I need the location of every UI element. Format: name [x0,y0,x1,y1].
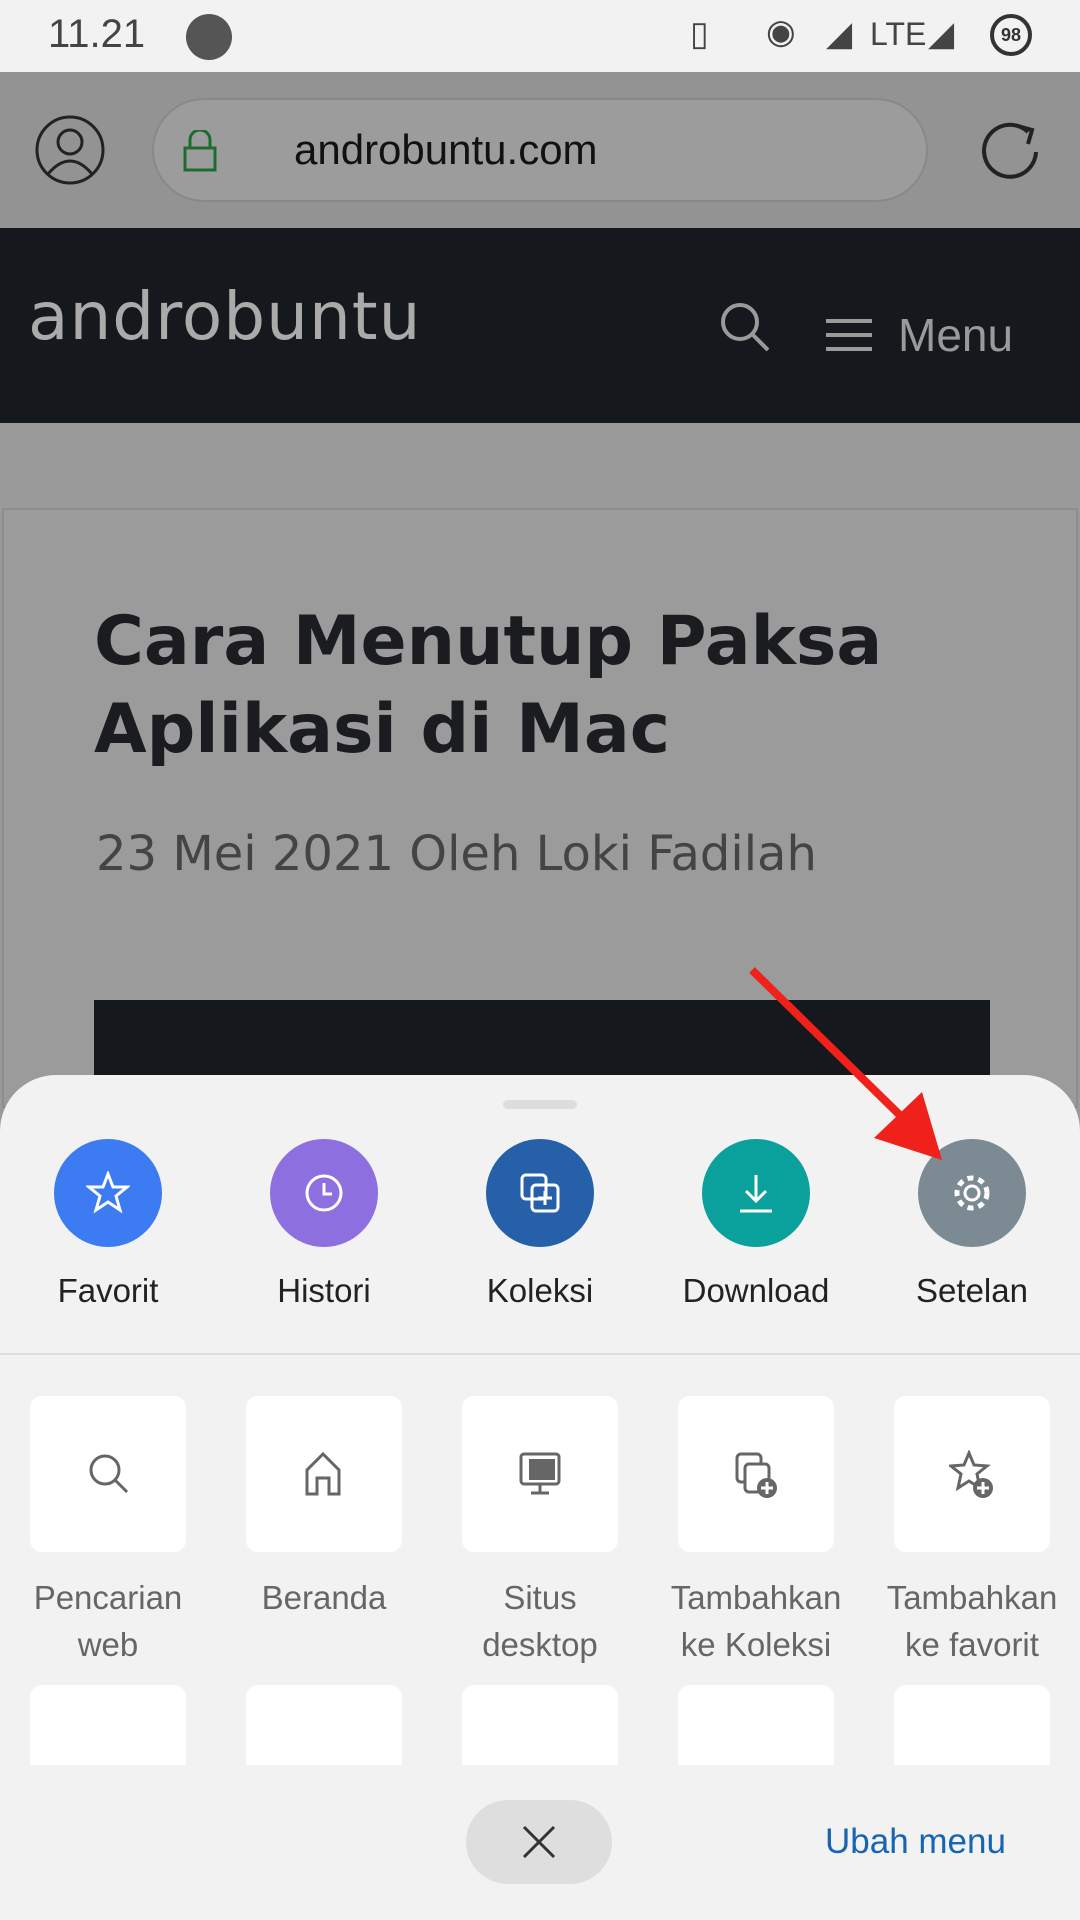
quick-action-label: Download [682,1272,830,1309]
tile-label-line2: ke Koleksi [680,1626,832,1663]
profile-icon[interactable] [34,114,106,186]
vibrate-icon: ▯ [690,15,709,53]
drag-handle[interactable] [503,1100,577,1109]
quick-action-favorit[interactable] [54,1139,162,1247]
site-header: androbuntu Menu [0,228,1080,423]
article-meta: 23 Mei 2021 Oleh Loki Fadilah [96,826,817,882]
tile-home[interactable] [246,1396,402,1552]
quick-action-label: Favorit [57,1272,159,1309]
article-card: Cara Menutup Paksa Aplikasi di Mac 23 Me… [2,508,1078,1110]
menu-label: Menu [898,309,1014,361]
tile-partial[interactable] [462,1685,618,1765]
tile-label-line1: Tambahkan [670,1579,842,1616]
tile-label-line1: Tambahkan [886,1579,1058,1616]
desktop-icon [519,1452,561,1495]
edit-menu-link[interactable]: Ubah menu [825,1822,1006,1862]
history-icon [305,1174,343,1212]
tile-label-line2: web [77,1626,139,1663]
tile-label: Beranda [216,1574,432,1621]
quick-action-label: Setelan [916,1272,1028,1309]
address-bar[interactable]: androbuntu.com [152,98,928,202]
collections-icon [520,1173,560,1213]
quick-action-label: Histori [277,1272,371,1309]
url-text: androbuntu.com [294,126,598,173]
clock: 11.21 [48,12,146,56]
hotspot-icon: ◉ [766,13,796,51]
battery-icon: 98 [990,14,1032,56]
tile-partial[interactable] [678,1685,834,1765]
tile-label: Tambahkan ke favorit [864,1574,1080,1668]
quick-action-label: Koleksi [486,1272,594,1309]
divider [0,1353,1080,1355]
tile-desktop[interactable] [462,1396,618,1552]
tile-add-favorite[interactable] [894,1396,1050,1552]
gear-icon [954,1175,990,1211]
site-logo[interactable]: androbuntu [28,278,422,355]
quick-action-koleksi[interactable] [486,1139,594,1247]
quick-action-download[interactable] [702,1139,810,1247]
tile-label-line2: desktop [482,1626,598,1663]
tile-label-line1: Beranda [261,1579,387,1616]
tile-partial[interactable] [246,1685,402,1765]
signal-icon: ◢ [826,15,853,53]
add-collection-icon [735,1452,777,1498]
lock-icon [183,130,217,172]
star-icon [86,1171,130,1214]
tile-label-line1: Situs [503,1579,577,1616]
add-favorite-icon [949,1450,993,1498]
tile-partial[interactable] [30,1685,186,1765]
tile-label: Pencarian web [0,1574,216,1668]
refresh-icon[interactable] [978,116,1042,184]
tile-label-line2: ke favorit [905,1626,1039,1663]
tile-label: Situs desktop [432,1574,648,1668]
download-icon [740,1175,772,1213]
home-icon [305,1451,341,1496]
menu-button[interactable]: Menu [826,308,1013,362]
search-icon[interactable] [718,300,772,354]
tile-search[interactable] [30,1396,186,1552]
article-title-1: Cara Menutup Paksa [94,602,883,681]
signal-icon-2: ◢ [928,15,955,53]
close-icon [522,1825,556,1859]
screenshot-icon [186,14,232,60]
search-icon [89,1454,129,1494]
quick-action-setelan[interactable] [918,1139,1026,1247]
tile-label-line1: Pencarian [33,1579,183,1616]
hamburger-icon [826,319,872,351]
close-menu-button[interactable] [466,1800,612,1884]
network-type: LTE [870,16,927,52]
browser-toolbar: androbuntu.com [0,72,1080,228]
tile-label: Tambahkan ke Koleksi [648,1574,864,1668]
quick-action-histori[interactable] [270,1139,378,1247]
tile-add-collection[interactable] [678,1396,834,1552]
status-bar: 11.21 ▯ ◉ ◢ LTE ◢ 98 [0,0,1080,72]
tile-partial[interactable] [894,1685,1050,1765]
article-title-2: Aplikasi di Mac [94,690,671,769]
